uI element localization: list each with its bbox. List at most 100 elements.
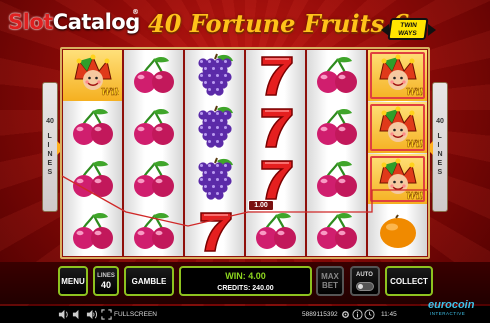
reel-6: Wild Wild Wild — [368, 50, 427, 256]
max-bet-label-2: BET — [322, 281, 338, 290]
reel-3 — [185, 50, 244, 256]
settings-icon[interactable] — [340, 309, 351, 320]
volume-up-icon[interactable] — [86, 309, 97, 320]
watermark-registered: ® — [132, 8, 139, 16]
cherry-symbol — [63, 102, 122, 153]
wild-label: Wild — [101, 88, 119, 97]
game-title-text: Fortune Fruits 6 — [189, 9, 410, 38]
brand-logo: eurocoin — [428, 299, 475, 311]
grapes-icon — [197, 105, 233, 148]
lines-label-right: LINES — [437, 133, 443, 176]
cherry-icon — [133, 109, 174, 146]
cherry-symbol — [63, 154, 122, 205]
auto-toggle[interactable] — [356, 282, 374, 291]
reel-grid: Wild — [60, 47, 430, 259]
cherry-symbol — [246, 205, 305, 256]
volume-down-icon[interactable] — [72, 309, 83, 320]
reel-2 — [124, 50, 183, 256]
max-bet-button[interactable]: MAX BET — [316, 266, 344, 296]
win-highlight-frame — [370, 155, 425, 203]
cherry-icon — [133, 212, 174, 249]
lines-button[interactable]: LINES 40 — [93, 266, 119, 296]
lines-count-right: 40 — [436, 118, 444, 125]
clock: 11:45 — [381, 311, 397, 318]
max-bet-label-1: MAX — [321, 272, 339, 281]
win-credits-display: WIN: 4.00 CREDITS: 240.00 — [179, 266, 312, 296]
status-bar: FULLSCREEN 5889115392 11:45 — [0, 306, 490, 323]
line-win-amount: 1.00 — [248, 200, 274, 211]
collect-button[interactable]: COLLECT — [385, 266, 433, 296]
cherry-symbol — [307, 154, 366, 205]
reel-1: Wild — [63, 50, 122, 256]
reel-5 — [307, 50, 366, 256]
wild-symbol: Wild — [368, 101, 427, 153]
cherry-symbol — [307, 50, 366, 101]
cherry-symbol — [124, 50, 183, 101]
cherry-icon — [255, 212, 296, 249]
auto-button[interactable] — [350, 266, 380, 296]
orange-icon — [379, 214, 416, 248]
seven-icon — [260, 108, 293, 148]
twin-ways-line1: TWIN — [399, 22, 418, 29]
grapes-icon — [197, 157, 233, 200]
cherry-icon — [316, 57, 357, 94]
lines-count-left: 40 — [46, 118, 54, 125]
fullscreen-label[interactable]: FULLSCREEN — [114, 311, 157, 318]
grapes-symbol — [185, 102, 244, 153]
cherry-symbol — [307, 102, 366, 153]
cherry-icon — [316, 212, 357, 249]
cherry-icon — [316, 160, 357, 197]
cherry-symbol — [63, 205, 122, 256]
gamble-button[interactable]: GAMBLE — [124, 266, 174, 296]
cherry-icon — [72, 212, 113, 249]
history-icon[interactable] — [364, 309, 375, 320]
seven-symbol — [246, 154, 305, 205]
lines-panel-left: 40 LINES — [42, 82, 58, 212]
sound-icon[interactable] — [58, 309, 69, 320]
win-highlight-frame — [370, 103, 425, 151]
twin-ways-line2: WAYS — [397, 30, 418, 37]
twin-ways-badge: TWIN WAYS — [387, 18, 429, 40]
grapes-symbol — [185, 154, 244, 205]
info-icon[interactable] — [352, 309, 363, 320]
seven-symbol — [246, 50, 305, 101]
wild-symbol: Wild — [63, 50, 122, 101]
game-title-number: 40 — [148, 9, 182, 38]
lines-label-left: LINES — [47, 133, 53, 176]
fullscreen-icon[interactable] — [101, 309, 112, 320]
session-id: 5889115392 — [302, 311, 338, 318]
cherry-icon — [133, 57, 174, 94]
watermark-logo: SlotCatalog ® — [8, 8, 140, 34]
credits-display: CREDITS: 240.00 — [217, 285, 274, 292]
seven-icon — [199, 211, 232, 252]
wild-icon: Wild — [73, 54, 119, 97]
menu-button[interactable]: MENU — [58, 266, 88, 296]
orange-symbol — [368, 205, 427, 256]
seven-symbol — [246, 102, 305, 153]
grapes-icon — [197, 54, 233, 96]
win-display: WIN: 4.00 — [225, 271, 266, 281]
game-title: 40 Fortune Fruits 6 — [148, 6, 409, 42]
seven-icon — [260, 160, 293, 200]
seven-symbol — [185, 205, 244, 256]
brand-subtitle: INTERACTIVE — [430, 311, 466, 316]
reel-4 — [246, 50, 305, 256]
cherry-icon — [72, 160, 113, 197]
win-highlight-frame — [370, 52, 425, 99]
cherry-symbol — [307, 205, 366, 256]
watermark-part1: Slot — [8, 10, 53, 34]
grapes-symbol — [185, 50, 244, 101]
cherry-symbol — [124, 102, 183, 153]
lines-button-label: LINES — [97, 272, 115, 279]
wild-symbol: Wild — [368, 153, 427, 205]
cherry-icon — [133, 160, 174, 197]
auto-label: AUTO — [356, 272, 373, 278]
cherry-symbol — [124, 205, 183, 256]
lines-panel-right: 40 LINES — [432, 82, 448, 212]
cherry-symbol — [124, 154, 183, 205]
twin-arrow-right-icon — [428, 24, 436, 36]
seven-icon — [260, 56, 293, 97]
lines-button-value: 40 — [100, 279, 111, 290]
cherry-icon — [316, 109, 357, 146]
wild-symbol: Wild — [368, 50, 427, 101]
